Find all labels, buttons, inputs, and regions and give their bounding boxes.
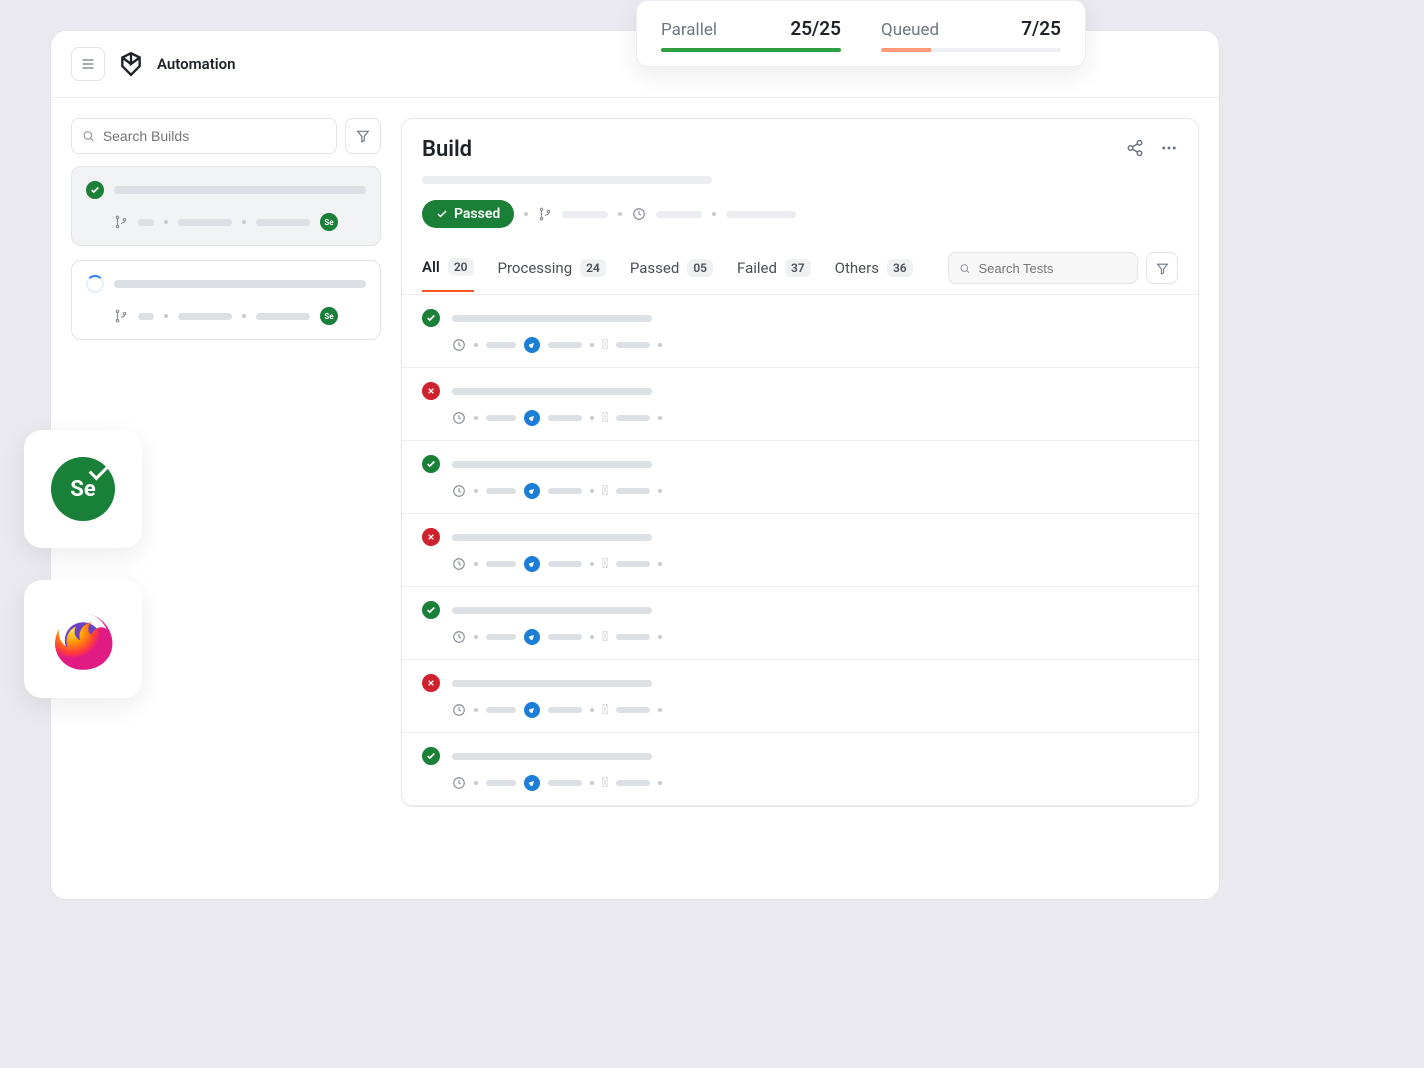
filter-icon — [1156, 262, 1169, 275]
build-subtitle-placeholder — [422, 176, 712, 184]
selenium-icon: Se — [320, 307, 338, 325]
test-row[interactable]:  — [402, 660, 1198, 733]
test-row[interactable]:  — [402, 441, 1198, 514]
build-detail-panel: Build Passed — [401, 118, 1199, 807]
tab-count: 36 — [887, 259, 913, 277]
app-window: Automation Se Se Build — [50, 30, 1220, 900]
apple-icon:  — [602, 630, 608, 644]
tab-count: 20 — [448, 258, 474, 276]
tab-label: Processing — [498, 259, 573, 277]
status-passed-icon — [86, 181, 104, 199]
branch-icon — [114, 309, 128, 323]
stat-queued: Queued 7/25 — [881, 17, 1061, 52]
filter-builds-button[interactable] — [345, 118, 381, 154]
filter-tests-button[interactable] — [1146, 252, 1178, 284]
status-passed-icon — [422, 601, 440, 619]
clock-icon — [452, 484, 466, 498]
stats-card: Parallel 25/25 Queued 7/25 — [636, 0, 1086, 67]
safari-icon — [524, 775, 540, 791]
more-icon — [1160, 139, 1178, 157]
clock-icon — [632, 207, 646, 221]
apple-icon:  — [602, 703, 608, 717]
clock-icon — [452, 338, 466, 352]
test-row[interactable]:  — [402, 368, 1198, 441]
tab-others[interactable]: Others 36 — [835, 244, 913, 292]
apple-icon:  — [602, 411, 608, 425]
clock-icon — [452, 411, 466, 425]
status-passed-icon — [422, 455, 440, 473]
search-icon — [82, 129, 95, 143]
tab-count: 37 — [785, 259, 811, 277]
menu-button[interactable] — [71, 47, 105, 81]
selenium-icon: Se — [51, 457, 115, 521]
test-row[interactable]:  — [402, 514, 1198, 587]
selenium-card: Se — [24, 430, 142, 548]
search-builds-input[interactable] — [71, 118, 337, 154]
build-card[interactable]: Se — [71, 166, 381, 246]
tab-failed[interactable]: Failed 37 — [737, 244, 811, 292]
safari-icon — [524, 702, 540, 718]
status-failed-icon — [422, 674, 440, 692]
tab-label: Passed — [630, 259, 679, 277]
apple-icon:  — [602, 776, 608, 790]
status-loading-icon — [86, 275, 104, 293]
tab-label: Others — [835, 259, 879, 277]
branch-icon — [538, 207, 552, 221]
tab-count: 24 — [580, 259, 606, 277]
check-icon — [436, 208, 448, 220]
status-failed-icon — [422, 382, 440, 400]
clock-icon — [452, 557, 466, 571]
search-icon — [959, 262, 970, 275]
safari-icon — [524, 337, 540, 353]
test-row[interactable]:  — [402, 295, 1198, 368]
hamburger-icon — [80, 56, 96, 72]
safari-icon — [524, 556, 540, 572]
tabs-row: All 20 Processing 24 Passed 05 Failed 37 Others 3… — [402, 242, 1198, 295]
apple-icon:  — [602, 338, 608, 352]
safari-icon — [524, 483, 540, 499]
share-button[interactable] — [1126, 139, 1144, 161]
tab-label: All — [422, 258, 440, 276]
clock-icon — [452, 703, 466, 717]
share-icon — [1126, 139, 1144, 157]
build-meta-row: Passed — [422, 200, 1178, 228]
build-title: Build — [422, 137, 472, 162]
tab-all[interactable]: All 20 — [422, 244, 474, 292]
safari-icon — [524, 629, 540, 645]
firefox-card — [24, 580, 142, 698]
firefox-icon — [48, 604, 118, 674]
clock-icon — [452, 630, 466, 644]
status-failed-icon — [422, 528, 440, 546]
tests-list:        — [402, 295, 1198, 806]
stat-parallel: Parallel 25/25 — [661, 17, 841, 52]
safari-icon — [524, 410, 540, 426]
tab-count: 05 — [687, 259, 713, 277]
status-passed-icon — [422, 309, 440, 327]
tab-label: Failed — [737, 259, 777, 277]
branch-icon — [114, 215, 128, 229]
search-tests-input[interactable] — [948, 252, 1138, 284]
selenium-icon: Se — [320, 213, 338, 231]
test-row[interactable]:  — [402, 587, 1198, 660]
filter-icon — [356, 129, 370, 143]
build-status-pill: Passed — [422, 200, 514, 228]
more-button[interactable] — [1160, 139, 1178, 161]
tab-passed[interactable]: Passed 05 — [630, 244, 713, 292]
test-row[interactable]:  — [402, 733, 1198, 806]
tab-processing[interactable]: Processing 24 — [498, 244, 606, 292]
status-passed-icon — [422, 747, 440, 765]
apple-icon:  — [602, 484, 608, 498]
clock-icon — [452, 776, 466, 790]
brand-logo — [117, 50, 145, 78]
build-card[interactable]: Se — [71, 260, 381, 340]
brand-name: Automation — [157, 55, 236, 73]
apple-icon:  — [602, 557, 608, 571]
